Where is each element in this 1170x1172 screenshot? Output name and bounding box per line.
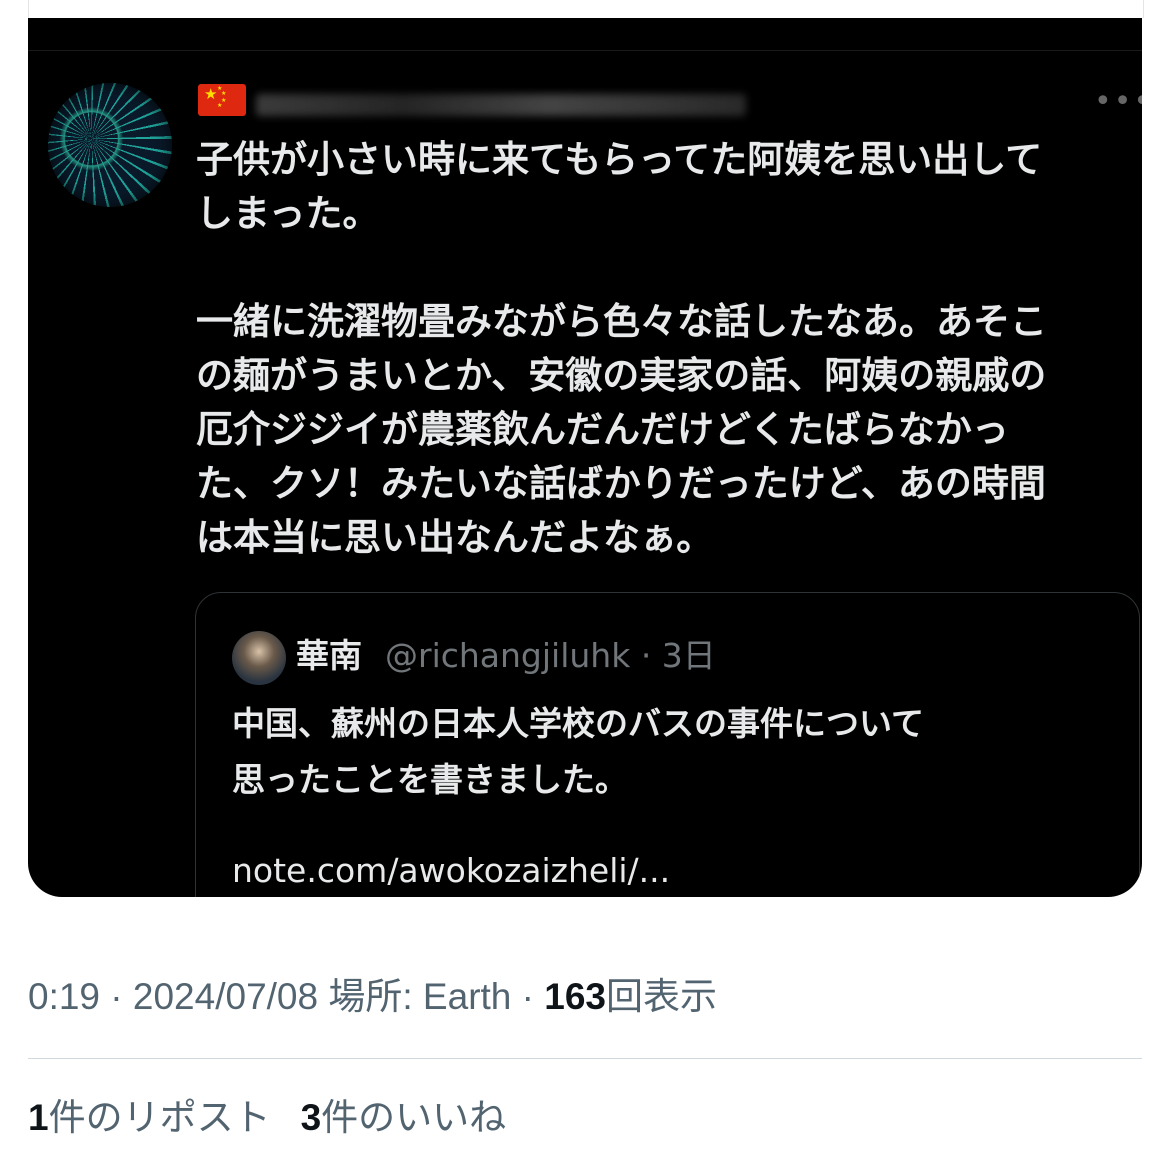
user-avatar[interactable] — [48, 83, 172, 207]
likes-link[interactable]: 3件のいいね — [301, 1097, 507, 1138]
reposts-link[interactable]: 1件のリポスト — [28, 1097, 271, 1138]
divider — [28, 1058, 1142, 1059]
post-date[interactable]: 2024/07/08 — [133, 976, 318, 1017]
engagement-stats: 1件のリポスト 3件のいいね — [28, 1090, 506, 1146]
quoted-user-handle[interactable]: @richangjiluhk · 3日 — [385, 631, 716, 681]
reposts-label: 件のリポスト — [48, 1097, 271, 1138]
quoted-post[interactable]: 華南 @richangjiluhk · 3日 中国、蘇州の日本人学校のバスの事件… — [195, 592, 1140, 897]
quoted-user-avatar[interactable] — [232, 631, 286, 685]
quoted-user-name[interactable]: 華南 — [296, 631, 362, 681]
quoted-post-text: 中国、蘇州の日本人学校のバスの事件について 思ったことを書きました。 — [232, 704, 925, 799]
redacted-username — [256, 94, 746, 116]
views-label: 回表示 — [606, 976, 717, 1017]
views-count: 163 — [544, 976, 606, 1017]
likes-label: 件のいいね — [321, 1097, 507, 1138]
quoted-post-link[interactable]: note.com/awokozaizheli/... — [232, 843, 670, 897]
meta-separator: · — [511, 976, 545, 1017]
post-location: 場所: Earth — [318, 976, 512, 1017]
china-flag-icon: ★ ★ ★ ★ ★ — [198, 84, 246, 116]
post-screenshot-card[interactable]: ★ ★ ★ ★ ★ ••• 子供が小さい時に来てもらってた阿姨を思い出して しま… — [28, 18, 1142, 897]
post-time[interactable]: 0:19 — [28, 976, 100, 1017]
previous-card-edge — [28, 0, 1144, 18]
meta-separator: · — [100, 976, 133, 1017]
card-divider — [28, 50, 1142, 51]
more-options-icon[interactable]: ••• — [1094, 84, 1142, 119]
post-text: 子供が小さい時に来てもらってた阿姨を思い出して しまった。 一緒に洗濯物畳みなが… — [196, 138, 1047, 559]
post-meta: 0:19 · 2024/07/08 場所: Earth · 163回表示 — [28, 970, 717, 1024]
reposts-count: 1 — [28, 1097, 49, 1138]
likes-count: 3 — [300, 1097, 322, 1138]
